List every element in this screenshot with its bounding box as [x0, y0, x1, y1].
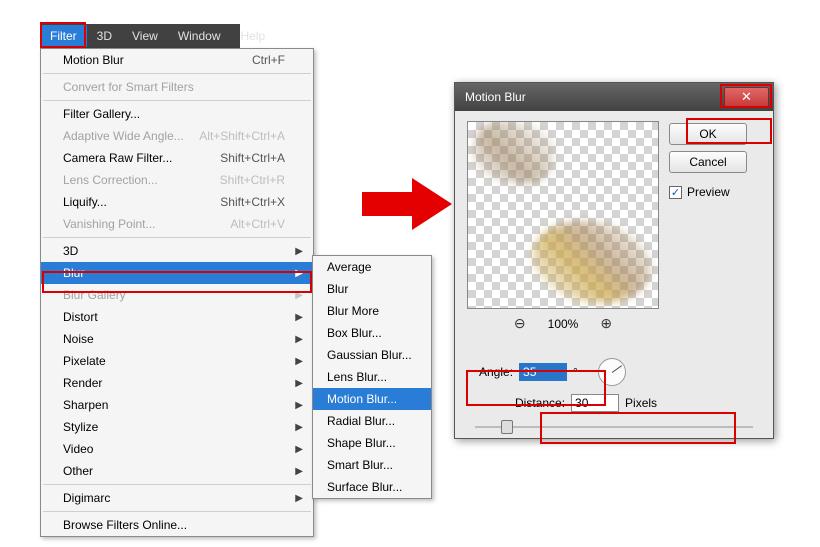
- menu-3d-group[interactable]: 3D▶: [41, 240, 313, 262]
- guide-arrow-icon: [362, 174, 452, 234]
- chevron-right-icon: ▶: [295, 290, 303, 301]
- submenu-average[interactable]: Average: [313, 256, 431, 278]
- separator: [43, 73, 311, 74]
- menu-digimarc[interactable]: Digimarc▶: [41, 487, 313, 509]
- menu-distort-group[interactable]: Distort▶: [41, 306, 313, 328]
- degree-symbol: °: [573, 365, 578, 379]
- submenu-blur-more[interactable]: Blur More: [313, 300, 431, 322]
- submenu-radial-blur[interactable]: Radial Blur...: [313, 410, 431, 432]
- menu-window[interactable]: Window: [168, 25, 231, 47]
- separator: [43, 237, 311, 238]
- submenu-motion-blur[interactable]: Motion Blur...: [313, 388, 431, 410]
- chevron-right-icon: ▶: [295, 268, 303, 279]
- menu-lens: Lens Correction...Shift+Ctrl+R: [41, 169, 313, 191]
- menu-convert-smart: Convert for Smart Filters: [41, 76, 313, 98]
- menu-video-group[interactable]: Video▶: [41, 438, 313, 460]
- filter-dropdown: Motion Blur Ctrl+F Convert for Smart Fil…: [40, 48, 314, 537]
- angle-dial[interactable]: [598, 358, 626, 386]
- cancel-button[interactable]: Cancel: [669, 151, 747, 173]
- slider-thumb[interactable]: [501, 420, 513, 434]
- separator: [43, 511, 311, 512]
- menu-pixelate-group[interactable]: Pixelate▶: [41, 350, 313, 372]
- submenu-surface-blur[interactable]: Surface Blur...: [313, 476, 431, 498]
- chevron-right-icon: ▶: [295, 493, 303, 504]
- menu-filter[interactable]: Filter: [40, 25, 87, 47]
- preview-label: Preview: [687, 185, 730, 199]
- label: Motion Blur: [63, 53, 124, 67]
- motion-blur-dialog: Motion Blur ✕ ⊖ 100% ⊕ OK Cancel ✓ Previ…: [454, 82, 774, 439]
- chevron-right-icon: ▶: [295, 444, 303, 455]
- checkbox-icon[interactable]: ✓: [669, 186, 682, 199]
- menu-awa: Adaptive Wide Angle...Alt+Shift+Ctrl+A: [41, 125, 313, 147]
- submenu-blur[interactable]: Blur: [313, 278, 431, 300]
- angle-input[interactable]: [519, 363, 567, 381]
- menu-noise-group[interactable]: Noise▶: [41, 328, 313, 350]
- dialog-title: Motion Blur: [465, 90, 526, 104]
- menu-browse-online[interactable]: Browse Filters Online...: [41, 514, 313, 536]
- chevron-right-icon: ▶: [295, 334, 303, 345]
- chevron-right-icon: ▶: [295, 400, 303, 411]
- menu-filter-gallery[interactable]: Filter Gallery...: [41, 103, 313, 125]
- ok-button[interactable]: OK: [669, 123, 747, 145]
- chevron-right-icon: ▶: [295, 312, 303, 323]
- slider-track: [475, 426, 753, 428]
- zoom-level: 100%: [548, 317, 579, 331]
- menu-sharpen-group[interactable]: Sharpen▶: [41, 394, 313, 416]
- angle-label: Angle:: [479, 365, 513, 379]
- chevron-right-icon: ▶: [295, 466, 303, 477]
- menu-liquify[interactable]: Liquify...Shift+Ctrl+X: [41, 191, 313, 213]
- chevron-right-icon: ▶: [295, 378, 303, 389]
- submenu-smart-blur[interactable]: Smart Blur...: [313, 454, 431, 476]
- menu-3d[interactable]: 3D: [87, 25, 122, 47]
- zoom-out-icon[interactable]: ⊖: [514, 315, 526, 332]
- menu-view[interactable]: View: [122, 25, 168, 47]
- menu-help[interactable]: Help: [231, 25, 276, 47]
- separator: [43, 484, 311, 485]
- menu-blur-group[interactable]: Blur▶: [41, 262, 313, 284]
- shortcut: Ctrl+F: [252, 53, 285, 67]
- close-button[interactable]: ✕: [724, 87, 769, 107]
- preview-checkbox-row[interactable]: ✓ Preview: [669, 185, 747, 199]
- preview-box[interactable]: [467, 121, 659, 309]
- blur-submenu: Average Blur Blur More Box Blur... Gauss…: [312, 255, 432, 499]
- menu-other-group[interactable]: Other▶: [41, 460, 313, 482]
- close-icon: ✕: [741, 89, 752, 105]
- zoom-in-icon[interactable]: ⊕: [600, 315, 612, 332]
- chevron-right-icon: ▶: [295, 246, 303, 257]
- chevron-right-icon: ▶: [295, 422, 303, 433]
- chevron-right-icon: ▶: [295, 356, 303, 367]
- menu-last-filter[interactable]: Motion Blur Ctrl+F: [41, 49, 313, 71]
- submenu-box-blur[interactable]: Box Blur...: [313, 322, 431, 344]
- distance-input[interactable]: [571, 394, 619, 412]
- submenu-gaussian-blur[interactable]: Gaussian Blur...: [313, 344, 431, 366]
- menu-blur-gallery-group: Blur Gallery▶: [41, 284, 313, 306]
- menu-render-group[interactable]: Render▶: [41, 372, 313, 394]
- distance-slider[interactable]: [475, 418, 753, 434]
- separator: [43, 100, 311, 101]
- submenu-lens-blur[interactable]: Lens Blur...: [313, 366, 431, 388]
- menu-stylize-group[interactable]: Stylize▶: [41, 416, 313, 438]
- submenu-shape-blur[interactable]: Shape Blur...: [313, 432, 431, 454]
- preview-content: [469, 121, 558, 188]
- dialog-titlebar[interactable]: Motion Blur ✕: [455, 83, 773, 111]
- preview-content: [526, 212, 658, 309]
- menubar: Filter 3D View Window Help: [40, 24, 240, 48]
- menu-vanish: Vanishing Point...Alt+Ctrl+V: [41, 213, 313, 235]
- distance-unit: Pixels: [625, 396, 657, 410]
- distance-label: Distance:: [515, 396, 565, 410]
- menu-crf[interactable]: Camera Raw Filter...Shift+Ctrl+A: [41, 147, 313, 169]
